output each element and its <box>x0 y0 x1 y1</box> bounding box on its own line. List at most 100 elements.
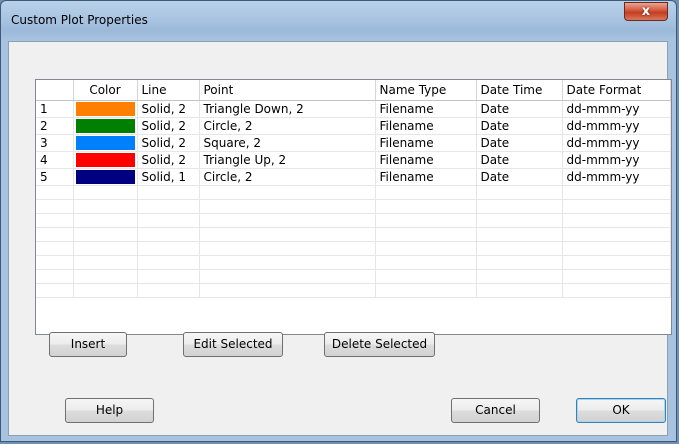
empty-cell <box>476 255 563 270</box>
plot-properties-grid[interactable]: Color Line Point Name Type Date Time Dat… <box>35 79 672 335</box>
date-format-cell: dd-mmm-yy <box>562 168 671 186</box>
close-button[interactable]: x <box>624 2 668 21</box>
empty-table-row[interactable] <box>36 213 671 228</box>
empty-cell <box>137 283 200 298</box>
empty-cell <box>36 227 74 242</box>
name-type-cell: Filename <box>375 151 477 169</box>
empty-cell <box>73 185 138 200</box>
color-swatch <box>75 169 135 184</box>
empty-cell <box>199 185 376 200</box>
point-cell: Square, 2 <box>199 134 376 152</box>
date-format-cell: dd-mmm-yy <box>562 134 671 152</box>
dialog-window: Custom Plot Properties x Color Line Poin… <box>0 0 677 442</box>
empty-cell <box>137 185 200 200</box>
column-header-color[interactable]: Color <box>73 80 138 101</box>
empty-cell <box>137 199 200 214</box>
empty-cell <box>375 283 477 298</box>
empty-cell <box>476 199 563 214</box>
color-swatch <box>75 118 135 133</box>
color-swatch <box>75 152 135 167</box>
empty-table-row[interactable] <box>36 255 671 270</box>
empty-cell <box>36 213 74 228</box>
date-time-cell: Date <box>476 100 563 118</box>
empty-cell <box>36 269 74 284</box>
ok-button[interactable]: OK <box>576 398 666 423</box>
color-cell <box>73 100 138 118</box>
window-title: Custom Plot Properties <box>11 13 148 27</box>
empty-cell <box>476 185 563 200</box>
table-row[interactable]: 5 Solid, 1 Circle, 2 Filename Date dd-mmm-yy <box>36 168 671 186</box>
empty-table-row[interactable] <box>36 283 671 298</box>
empty-cell <box>73 213 138 228</box>
title-bar[interactable]: Custom Plot Properties x <box>1 1 676 41</box>
table-row[interactable]: 1 Solid, 2 Triangle Down, 2 Filename Date dd-… <box>36 100 671 118</box>
column-header-name-type[interactable]: Name Type <box>375 80 477 101</box>
empty-cell <box>36 199 74 214</box>
empty-cell <box>199 199 376 214</box>
properties-table: Color Line Point Name Type Date Time Dat… <box>36 80 671 298</box>
line-cell: Solid, 2 <box>137 134 200 152</box>
column-header-number[interactable] <box>36 80 74 101</box>
table-row[interactable]: 3 Solid, 2 Square, 2 Filename Date dd-mmm-yy <box>36 134 671 152</box>
color-cell <box>73 168 138 186</box>
empty-cell <box>73 241 138 256</box>
num-cell: 3 <box>36 134 74 152</box>
column-header-date-time[interactable]: Date Time <box>476 80 563 101</box>
empty-cell <box>375 255 477 270</box>
point-cell: Triangle Up, 2 <box>199 151 376 169</box>
empty-cell <box>199 269 376 284</box>
empty-cell <box>73 255 138 270</box>
empty-cell <box>476 241 563 256</box>
empty-cell <box>375 241 477 256</box>
column-header-date-format[interactable]: Date Format <box>562 80 671 101</box>
color-swatch <box>75 135 135 150</box>
empty-cell <box>199 227 376 242</box>
empty-cell <box>562 269 671 284</box>
empty-table-row[interactable] <box>36 185 671 200</box>
empty-cell <box>562 283 671 298</box>
date-time-cell: Date <box>476 151 563 169</box>
empty-cell <box>562 199 671 214</box>
name-type-cell: Filename <box>375 117 477 135</box>
empty-cell <box>73 199 138 214</box>
empty-table-row[interactable] <box>36 199 671 214</box>
name-type-cell: Filename <box>375 100 477 118</box>
date-format-cell: dd-mmm-yy <box>562 151 671 169</box>
point-cell: Triangle Down, 2 <box>199 100 376 118</box>
column-header-point[interactable]: Point <box>199 80 376 101</box>
point-cell: Circle, 2 <box>199 168 376 186</box>
name-type-cell: Filename <box>375 134 477 152</box>
empty-cell <box>562 227 671 242</box>
date-time-cell: Date <box>476 168 563 186</box>
edit-selected-button[interactable]: Edit Selected <box>183 332 283 357</box>
empty-cell <box>73 227 138 242</box>
empty-cell <box>476 269 563 284</box>
name-type-cell: Filename <box>375 168 477 186</box>
insert-button[interactable]: Insert <box>49 332 127 357</box>
empty-cell <box>199 283 376 298</box>
empty-cell <box>476 283 563 298</box>
empty-cell <box>36 241 74 256</box>
empty-cell <box>562 213 671 228</box>
empty-table-row[interactable] <box>36 269 671 284</box>
empty-cell <box>73 269 138 284</box>
column-header-line[interactable]: Line <box>137 80 200 101</box>
delete-selected-button[interactable]: Delete Selected <box>324 332 435 357</box>
line-cell: Solid, 2 <box>137 117 200 135</box>
empty-cell <box>137 269 200 284</box>
empty-table-row[interactable] <box>36 227 671 242</box>
table-row[interactable]: 2 Solid, 2 Circle, 2 Filename Date dd-mmm-yy <box>36 117 671 135</box>
num-cell: 4 <box>36 151 74 169</box>
color-cell <box>73 134 138 152</box>
empty-cell <box>375 227 477 242</box>
empty-cell <box>199 255 376 270</box>
empty-table-row[interactable] <box>36 241 671 256</box>
table-row[interactable]: 4 Solid, 2 Triangle Up, 2 Filename Date dd-mm… <box>36 151 671 169</box>
cancel-button[interactable]: Cancel <box>451 398 540 423</box>
empty-cell <box>36 185 74 200</box>
color-cell <box>73 151 138 169</box>
help-button[interactable]: Help <box>65 398 154 423</box>
empty-cell <box>375 213 477 228</box>
empty-cell <box>137 255 200 270</box>
empty-cell <box>375 199 477 214</box>
